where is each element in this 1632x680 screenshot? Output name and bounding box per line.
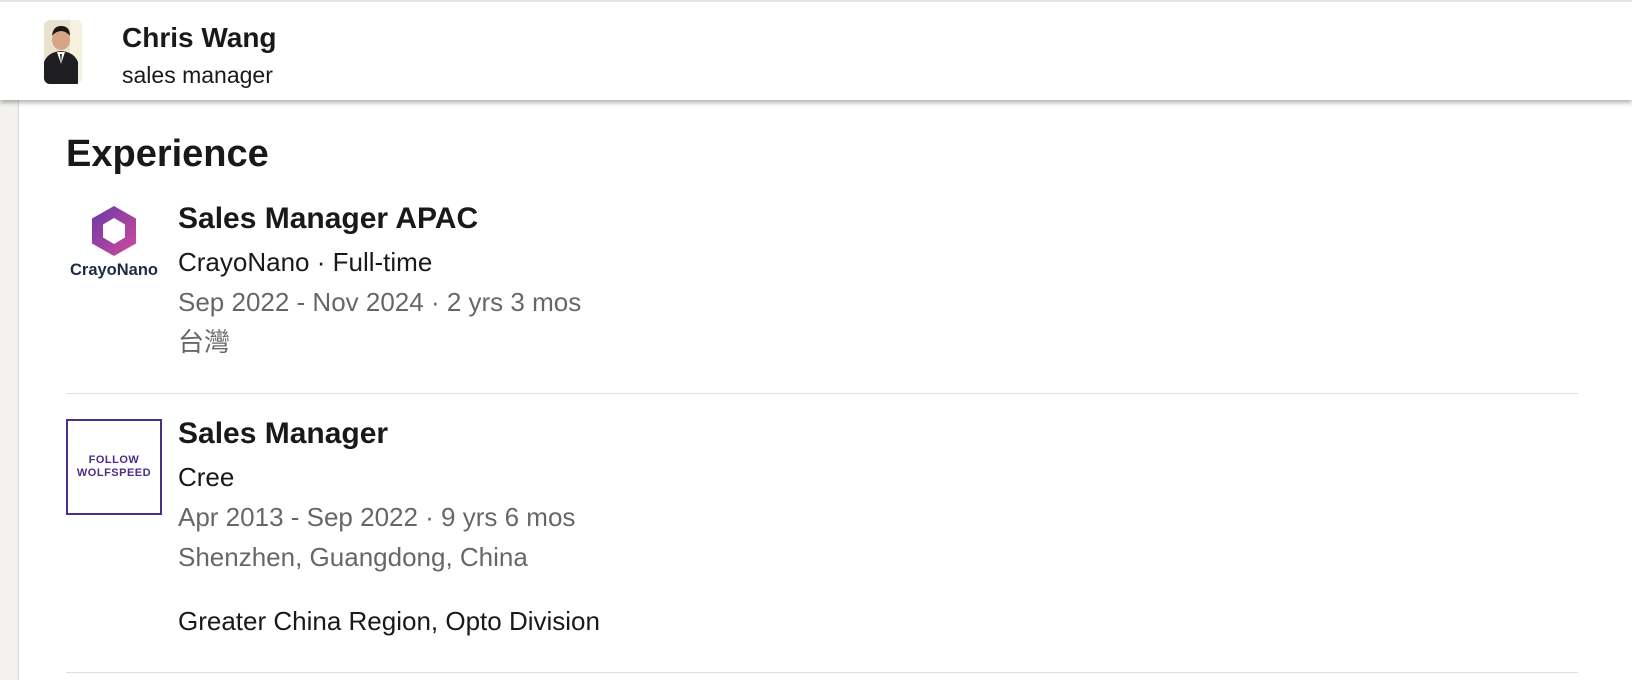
wolfspeed-logo-line-2: WOLFSPEED bbox=[76, 467, 152, 479]
company-logo-wolfspeed[interactable]: FOLLOW WOLFSPEED bbox=[66, 419, 162, 515]
experience-details: Sales Manager APAC CrayoNano · Full-time… bbox=[178, 200, 581, 362]
divider bbox=[66, 672, 1578, 673]
header-name[interactable]: Chris Wang bbox=[122, 22, 277, 54]
job-location: Shenzhen, Guangdong, China bbox=[178, 542, 528, 572]
job-location: 台灣 bbox=[178, 327, 231, 357]
profile-page: Chris Wang sales manager Experience Cray… bbox=[0, 0, 1632, 680]
company-line: CrayoNano · Full-time bbox=[178, 247, 433, 277]
wolfspeed-logo-icon: FOLLOW WOLFSPEED bbox=[77, 454, 151, 480]
profile-photo-icon bbox=[44, 20, 82, 84]
crayonano-logo-text: CrayoNano bbox=[70, 261, 158, 279]
job-title[interactable]: Sales Manager APAC bbox=[178, 200, 581, 242]
sticky-profile-header: Chris Wang sales manager bbox=[0, 0, 1632, 100]
wolfspeed-logo-line-1: FOLLOW bbox=[88, 454, 140, 466]
experience-details: Sales Manager Cree Apr 2013 - Sep 2022 ·… bbox=[178, 415, 600, 641]
avatar[interactable] bbox=[44, 20, 82, 84]
date-range: Sep 2022 - Nov 2024 · 2 yrs 3 mos bbox=[178, 287, 582, 317]
divider bbox=[66, 393, 1578, 394]
crayonano-hexagon-logo-icon: CrayoNano bbox=[70, 206, 158, 279]
header-headline: sales manager bbox=[122, 62, 273, 88]
date-range: Apr 2013 - Sep 2022 · 9 yrs 6 mos bbox=[178, 502, 576, 532]
company-logo-crayonano[interactable]: CrayoNano bbox=[66, 200, 162, 296]
job-description: Greater China Region, Opto Division bbox=[178, 606, 600, 636]
section-title: Experience bbox=[66, 133, 269, 175]
company-line: Cree bbox=[178, 462, 235, 492]
job-title[interactable]: Sales Manager bbox=[178, 415, 600, 457]
